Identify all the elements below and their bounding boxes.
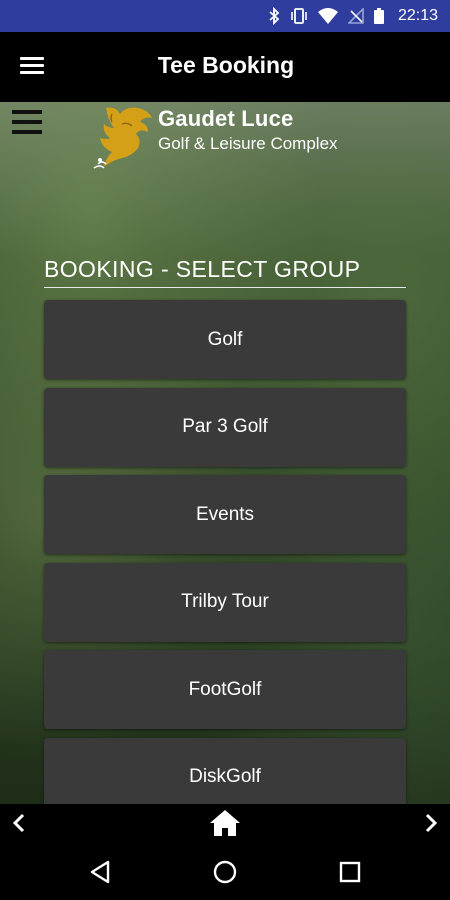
club-logo: Gaudet Luce Golf & Leisure Complex [92,104,372,170]
nav-home-icon[interactable] [212,859,238,889]
system-nav-bar [0,844,450,900]
group-button-events[interactable]: Events [44,475,406,554]
app-bar: Tee Booking [0,32,450,102]
group-button-par-3-golf[interactable]: Par 3 Golf [44,387,406,467]
group-list: Golf Par 3 Golf Events Trilby Tour FootG… [44,300,406,804]
group-button-footgolf[interactable]: FootGolf [44,650,406,729]
home-icon[interactable] [208,808,242,842]
nav-recents-icon[interactable] [338,860,362,888]
status-time: 22:13 [397,7,438,24]
group-button-golf[interactable]: Golf [44,300,406,379]
club-name: Gaudet Luce [158,106,294,131]
wifi-icon [317,7,338,25]
chevron-right-icon[interactable] [422,812,440,838]
bluetooth-icon [268,7,280,25]
battery-icon [373,7,384,25]
site-menu-icon[interactable] [12,110,44,140]
no-signal-icon [347,7,364,25]
section-title: BOOKING - SELECT GROUP [44,256,406,288]
group-button-diskgolf[interactable]: DiskGolf [44,737,406,804]
status-bar: 22:13 [0,0,450,32]
page-title: Tee Booking [157,52,295,78]
chevron-left-icon[interactable] [10,812,28,838]
bird-logo-icon [93,107,152,169]
vibrate-icon [290,7,308,25]
group-button-trilby-tour[interactable]: Trilby Tour [44,562,406,642]
bottom-toolbar [0,804,450,844]
booking-content: Gaudet Luce Golf & Leisure Complex BOOKI… [0,102,450,804]
nav-back-icon[interactable] [88,859,112,889]
club-subtitle: Golf & Leisure Complex [158,134,338,153]
